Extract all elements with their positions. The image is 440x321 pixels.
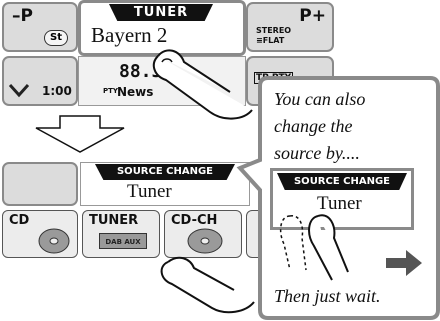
finger-icon: [279, 214, 349, 281]
callout-line-1: You can also: [274, 89, 366, 109]
callout-footer: Then just wait.: [274, 286, 381, 306]
callout-line-2: change the: [274, 116, 353, 136]
right-arrow-icon: [386, 250, 422, 276]
callout-text: You can also change the source by....: [274, 86, 434, 167]
callout-line-3: source by....: [274, 143, 360, 163]
callout-inset-title: SOURCE CHANGE: [277, 173, 407, 190]
